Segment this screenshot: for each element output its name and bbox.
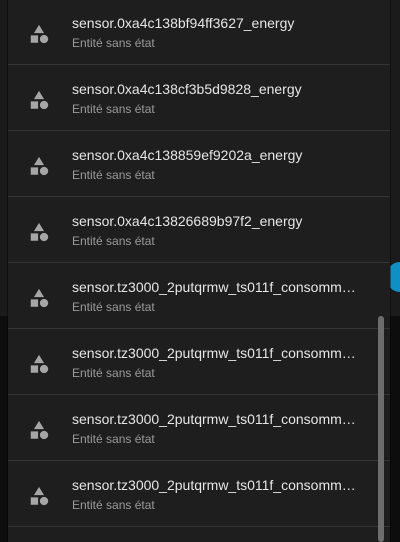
- list-item[interactable]: sensor.tz3000_2putqrmw_ts011f_consommati…: [8, 395, 390, 461]
- shapes-icon: [30, 222, 49, 242]
- shapes-icon: [30, 288, 49, 308]
- entity-state: Entité sans état: [72, 102, 155, 116]
- shapes-icon: [30, 486, 49, 506]
- shapes-icon: [30, 90, 49, 110]
- entity-state: Entité sans état: [72, 498, 155, 512]
- entity-state: Entité sans état: [72, 168, 155, 182]
- entity-state: Entité sans état: [72, 234, 155, 248]
- shapes-icon: [30, 24, 49, 44]
- entity-id: sensor.0xa4c13826689b97f2_energy: [72, 213, 303, 229]
- entity-id: sensor.0xa4c138859ef9202a_energy: [72, 147, 303, 163]
- entity-dropdown-list[interactable]: sensor.0xa4c138bf94ff3627_energy Entité …: [8, 0, 390, 542]
- entity-state: Entité sans état: [72, 432, 155, 446]
- background-left-lower: [0, 316, 8, 542]
- scrollbar-thumb[interactable]: [378, 316, 384, 542]
- list-item[interactable]: sensor.0xa4c138bf94ff3627_energy Entité …: [8, 0, 390, 65]
- background-left: [0, 0, 8, 316]
- list-item[interactable]: sensor.tz3000_2putqrmw_ts011f_consommati…: [8, 329, 390, 395]
- list-item[interactable]: sensor.tz3000_2putqrmw_ts011f_consommati…: [8, 263, 390, 329]
- entity-id: sensor.tz3000_2putqrmw_ts011f_consommati…: [72, 345, 362, 361]
- entity-id: sensor.tz3000_2putqrmw_ts011f_consommati…: [72, 279, 362, 295]
- entity-id: sensor.0xa4c138cf3b5d9828_energy: [72, 81, 302, 97]
- shapes-icon: [30, 354, 49, 374]
- entity-id: sensor.tz3000_2putqrmw_ts011f_consommati…: [72, 411, 362, 427]
- entity-list: sensor.0xa4c138bf94ff3627_energy Entité …: [8, 0, 390, 527]
- list-item[interactable]: sensor.0xa4c13826689b97f2_energy Entité …: [8, 197, 390, 263]
- list-item[interactable]: sensor.tz3000_2putqrmw_ts011f_consommati…: [8, 461, 390, 527]
- shapes-icon: [30, 156, 49, 176]
- entity-state: Entité sans état: [72, 300, 155, 314]
- entity-state: Entité sans état: [72, 366, 155, 380]
- entity-id: sensor.0xa4c138bf94ff3627_energy: [72, 15, 295, 31]
- entity-id: sensor.tz3000_2putqrmw_ts011f_consommati…: [72, 477, 362, 493]
- entity-state: Entité sans état: [72, 36, 155, 50]
- background-right-lower: [390, 316, 400, 542]
- list-item[interactable]: sensor.0xa4c138859ef9202a_energy Entité …: [8, 131, 390, 197]
- list-item[interactable]: sensor.0xa4c138cf3b5d9828_energy Entité …: [8, 65, 390, 131]
- shapes-icon: [30, 420, 49, 440]
